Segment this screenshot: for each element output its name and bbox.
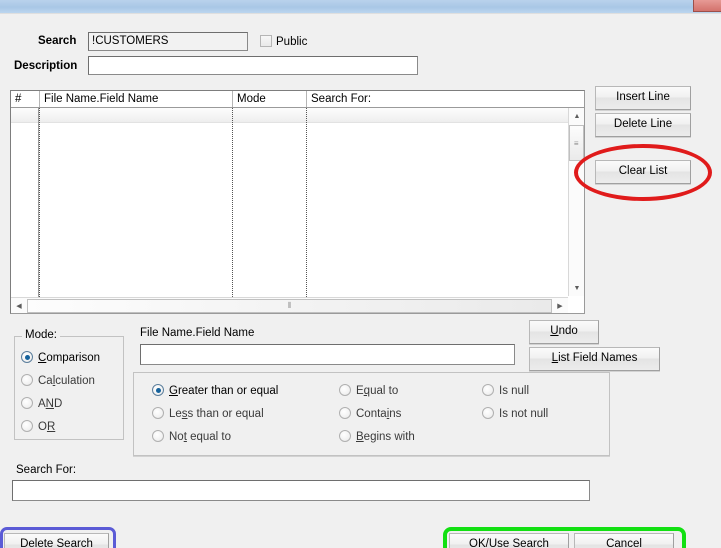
grid-row-empty-first[interactable] xyxy=(11,108,568,123)
grid-col-divider-3 xyxy=(306,108,307,313)
radio-op-is-null[interactable]: Is null xyxy=(482,384,529,398)
radio-mode-calculation[interactable]: Calculation xyxy=(21,374,95,388)
grid-col-divider-2 xyxy=(232,108,233,313)
radio-dot-icon xyxy=(482,384,494,396)
radio-mode-comparison-label: Comparison xyxy=(38,352,101,364)
clear-list-button[interactable]: Clear List xyxy=(595,160,691,184)
radio-op-not-equal-to[interactable]: Not equal to xyxy=(152,430,231,444)
undo-button[interactable]: Undo xyxy=(529,320,599,344)
grid-vertical-scroll-thumb[interactable]: ≡ xyxy=(569,125,584,161)
delete-search-button-label: Delete Search xyxy=(20,538,93,548)
search-for-label: Search For: xyxy=(16,464,77,476)
radio-op-greater-than-or-equal-label: Greater than or equal xyxy=(169,385,279,397)
search-lines-grid[interactable]: # File Name.Field Name Mode Search For: … xyxy=(10,90,585,314)
radio-op-less-than-or-equal[interactable]: Less than or equal xyxy=(152,407,264,421)
cancel-button-label: Cancel xyxy=(606,538,642,548)
radio-dot-icon xyxy=(21,374,33,386)
operators-group-bottom-edge xyxy=(133,456,610,457)
dialog-top-edge xyxy=(0,13,721,16)
search-for-input[interactable] xyxy=(12,480,590,501)
description-input[interactable] xyxy=(88,56,418,75)
grid-header-row: # File Name.Field Name Mode Search For: xyxy=(11,91,584,108)
scroll-right-icon[interactable]: ▶ xyxy=(552,298,568,314)
radio-dot-icon xyxy=(482,407,494,419)
radio-mode-and-label: AND xyxy=(38,398,63,410)
scroll-down-icon[interactable]: ▼ xyxy=(569,280,585,296)
radio-op-not-equal-to-label: Not equal to xyxy=(169,431,232,443)
radio-op-begins-with-label: Begins with xyxy=(356,431,415,443)
radio-op-less-than-or-equal-label: Less than or equal xyxy=(169,408,264,420)
delete-search-button[interactable]: Delete Search xyxy=(4,533,109,548)
scroll-left-icon[interactable]: ◀ xyxy=(11,298,27,314)
scroll-up-icon[interactable]: ▲ xyxy=(569,108,585,124)
search-label: Search xyxy=(38,35,77,47)
radio-dot-icon xyxy=(339,407,351,419)
grid-vertical-scrollbar[interactable]: ▲ ≡ ▼ xyxy=(568,108,584,296)
radio-op-is-not-null[interactable]: Is not null xyxy=(482,407,548,421)
radio-mode-calculation-label: Calculation xyxy=(38,375,95,387)
window-title-bar xyxy=(0,0,721,14)
clear-list-button-label: Clear List xyxy=(618,165,668,178)
list-field-names-button[interactable]: List Field Names xyxy=(529,347,660,371)
grid-col-divider-1 xyxy=(39,108,40,313)
insert-line-button[interactable]: Insert Line xyxy=(595,86,691,110)
close-icon[interactable] xyxy=(693,0,721,12)
radio-op-begins-with[interactable]: Begins with xyxy=(339,430,415,444)
search-dialog-window: Search !CUSTOMERS Public Description # F… xyxy=(0,0,721,548)
radio-mode-or-label: OR xyxy=(38,421,56,433)
radio-op-contains[interactable]: Contains xyxy=(339,407,401,421)
radio-dot-icon xyxy=(21,397,33,409)
mode-group-title: Mode: xyxy=(22,329,60,341)
radio-dot-icon xyxy=(152,384,164,396)
description-label: Description xyxy=(14,60,78,72)
radio-mode-and[interactable]: AND xyxy=(21,397,62,411)
radio-op-is-null-label: Is null xyxy=(499,385,530,397)
radio-op-greater-than-or-equal[interactable]: Greater than or equal xyxy=(152,384,278,398)
radio-dot-icon xyxy=(339,384,351,396)
radio-mode-or[interactable]: OR xyxy=(21,420,55,434)
filefield-input[interactable] xyxy=(140,344,515,365)
radio-dot-icon xyxy=(152,407,164,419)
grid-horizontal-scroll-thumb[interactable]: ⦀ xyxy=(27,299,552,313)
delete-line-button-label: Delete Line xyxy=(613,118,673,131)
delete-line-button[interactable]: Delete Line xyxy=(595,113,691,137)
undo-button-label: Undo xyxy=(550,325,578,338)
public-label: Public xyxy=(276,36,308,48)
insert-line-button-label: Insert Line xyxy=(616,91,670,104)
radio-op-is-not-null-label: Is not null xyxy=(499,408,549,420)
public-checkbox[interactable] xyxy=(260,35,272,47)
grid-column-header-filefield[interactable]: File Name.Field Name xyxy=(40,91,232,107)
grid-column-header-mode[interactable]: Mode xyxy=(233,91,306,107)
radio-dot-icon xyxy=(21,351,33,363)
radio-dot-icon xyxy=(339,430,351,442)
search-input[interactable]: !CUSTOMERS xyxy=(88,32,248,51)
grid-column-header-searchfor[interactable]: Search For: xyxy=(307,91,567,107)
radio-mode-comparison[interactable]: Comparison xyxy=(21,351,100,365)
ok-use-search-button[interactable]: OK/Use Search xyxy=(449,533,569,548)
grid-horizontal-scrollbar[interactable]: ◀ ⦀ ▶ xyxy=(11,297,568,313)
ok-use-search-button-label: OK/Use Search xyxy=(469,538,549,548)
cancel-button[interactable]: Cancel xyxy=(574,533,674,548)
radio-op-equal-to[interactable]: Equal to xyxy=(339,384,398,398)
radio-op-contains-label: Contains xyxy=(356,408,402,420)
filefield-label: File Name.Field Name xyxy=(140,327,255,339)
radio-op-equal-to-label: Equal to xyxy=(356,385,399,397)
grid-column-header-num[interactable]: # xyxy=(11,91,39,107)
grid-body[interactable] xyxy=(11,108,584,313)
list-field-names-button-label: List Field Names xyxy=(551,352,638,365)
radio-dot-icon xyxy=(152,430,164,442)
radio-dot-icon xyxy=(21,420,33,432)
